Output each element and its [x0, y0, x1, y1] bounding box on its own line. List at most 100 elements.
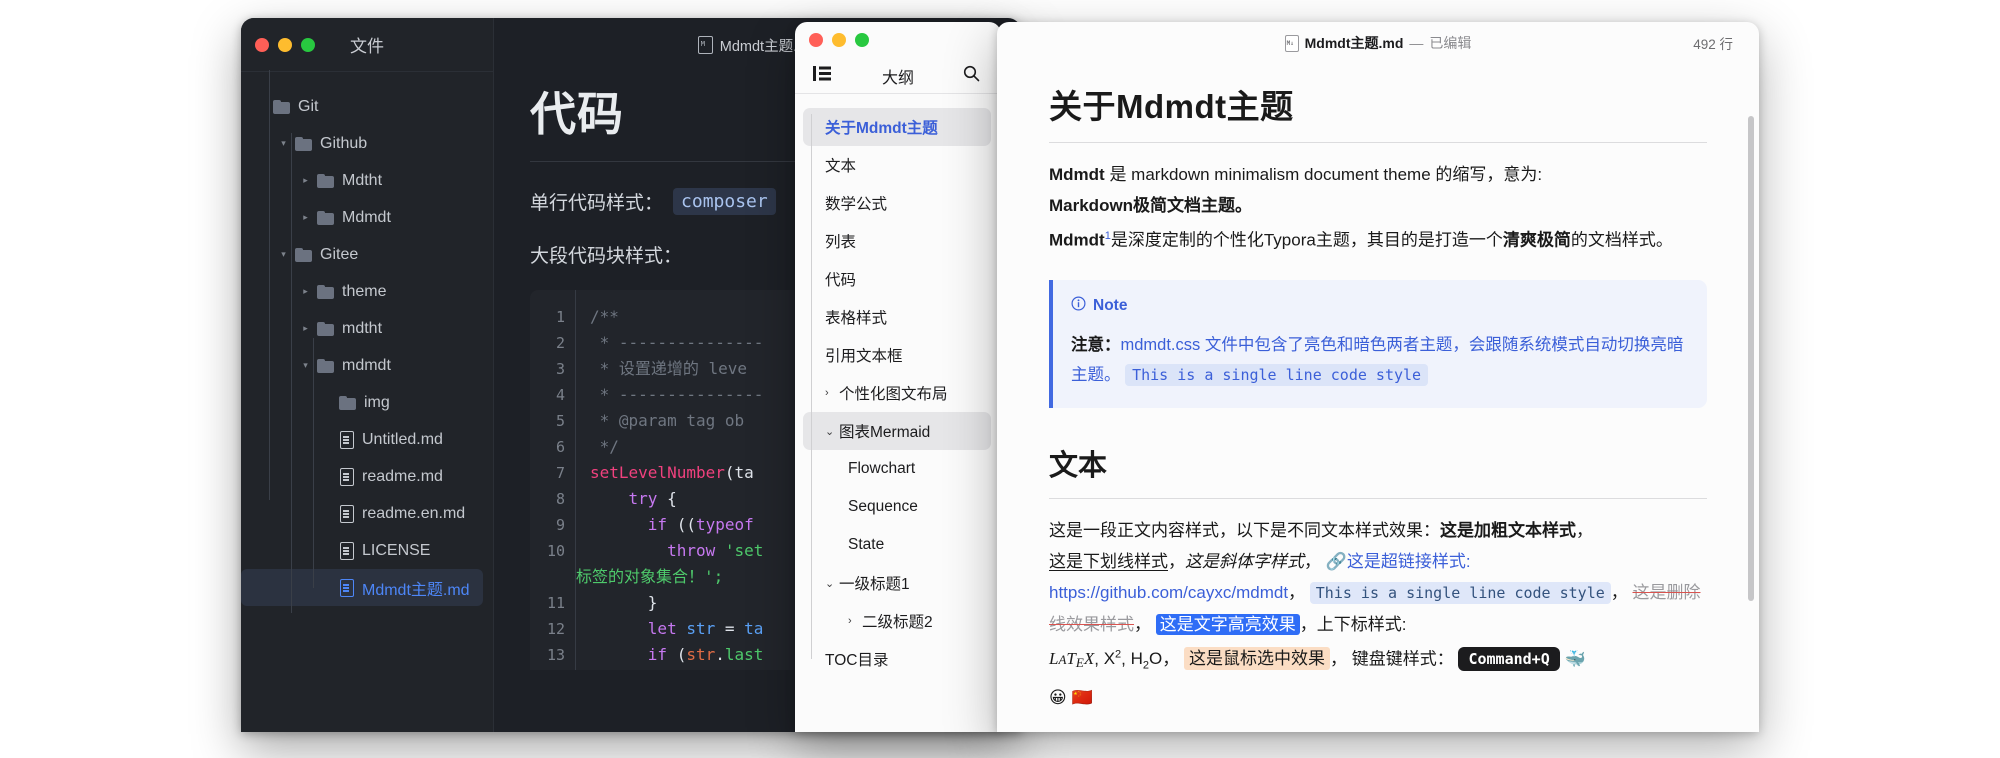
outline-item[interactable]: ⌄ 图表Mermaid	[803, 412, 991, 450]
maximize-button[interactable]	[855, 33, 869, 47]
outline-item[interactable]: 表格样式	[803, 298, 991, 336]
file-tree-item[interactable]: LICENSE	[241, 532, 493, 569]
file-tree-item[interactable]: img	[241, 384, 493, 421]
styles-link-label[interactable]: 这是超链接样式:	[1347, 552, 1471, 571]
line-number: 2	[555, 334, 565, 352]
styles-highlight-sample: 这是文字高亮效果	[1155, 613, 1300, 635]
comma-5: ，	[1610, 582, 1628, 602]
close-button[interactable]	[255, 37, 269, 52]
outline-item-label: 文本	[825, 158, 857, 175]
outline-layout-icon-svg	[813, 65, 831, 81]
search-icon[interactable]	[963, 65, 983, 87]
document-titlebar: Mdmdt主题.md — 已编辑 492 行	[997, 22, 1759, 64]
outline-item[interactable]: 引用文本框	[803, 336, 991, 374]
styles-code-chip: This is a single line code style	[1309, 581, 1611, 604]
chevron-down-icon[interactable]: ⌄	[825, 425, 837, 438]
document-icon	[339, 542, 354, 560]
file-tree-item[interactable]: ▸ theme	[241, 273, 493, 310]
file-tree-item-label: Github	[320, 134, 368, 152]
outline-item[interactable]: 代码	[803, 260, 991, 298]
comma-7: ，	[1299, 614, 1317, 634]
document-body[interactable]: 关于Mdmdt主题 Mdmdt 是 markdown minimalism do…	[997, 64, 1759, 713]
folder-icon	[295, 247, 312, 262]
outline-title: 大纲	[881, 69, 914, 87]
outline-item[interactable]: Flowchart	[803, 450, 991, 488]
code-token: =	[715, 619, 745, 638]
chevron-right-icon[interactable]: ›	[825, 387, 837, 399]
file-tree-item[interactable]: Untitled.md	[241, 421, 493, 458]
file-tree-item-label: LICENSE	[362, 541, 431, 559]
document-scrollbar[interactable]	[1748, 116, 1754, 601]
close-button[interactable]	[809, 33, 823, 47]
code-token: if	[647, 645, 668, 664]
file-tree-item[interactable]: readme.md	[241, 458, 493, 495]
outline-item[interactable]: 关于Mdmdt主题	[803, 108, 991, 146]
chevron-down-icon[interactable]: ▾	[277, 138, 290, 149]
minimize-button[interactable]	[832, 33, 846, 47]
outline-item-label: 数学公式	[825, 196, 888, 213]
chevron-down-icon[interactable]: ⌄	[825, 577, 837, 590]
file-tree-item[interactable]: ▸ Mdmdt	[241, 199, 493, 236]
code-token: 'set	[715, 541, 764, 560]
comma-8: ，	[1162, 649, 1180, 669]
folder-icon	[295, 136, 312, 151]
outline-item[interactable]: Sequence	[803, 488, 991, 526]
outline-item[interactable]: 文本	[803, 146, 991, 184]
chevron-right-icon[interactable]: ▸	[299, 323, 312, 334]
tree-guide-line	[313, 338, 314, 588]
outline-item[interactable]: › 个性化图文布局	[803, 374, 991, 412]
document-filename: Mdmdt主题.md	[1304, 35, 1404, 51]
outline-titlebar	[795, 22, 1001, 58]
file-tree-item[interactable]: readme.en.md	[241, 495, 493, 532]
minimize-button[interactable]	[278, 37, 292, 52]
chevron-right-icon[interactable]: ▸	[299, 175, 312, 186]
para2-bold-2: 清爽极简	[1502, 230, 1571, 250]
code-token: {	[657, 489, 677, 508]
code-token: ((	[667, 515, 696, 534]
window-controls-outline[interactable]	[809, 33, 869, 47]
chevron-right-icon[interactable]: ▸	[299, 286, 312, 297]
outline-layout-icon[interactable]	[813, 65, 833, 86]
file-tree-item[interactable]: ▾ mdmdt	[241, 347, 493, 384]
outline-item[interactable]: 数学公式	[803, 184, 991, 222]
comma-4: ，	[1288, 582, 1306, 602]
file-tree-item[interactable]: Git	[241, 88, 493, 125]
flag-emoji: 🇨🇳	[1071, 687, 1093, 707]
tree-guide-line	[291, 263, 292, 363]
whale-emoji: 🐳	[1564, 649, 1586, 669]
file-tree-item[interactable]: ▾ Gitee	[241, 236, 493, 273]
code-text[interactable]: /** * --------------- * 设置递增的 leve * ---…	[576, 290, 763, 670]
file-tree-item[interactable]: ▸ mdtht	[241, 310, 493, 347]
window-controls-editor[interactable]	[255, 37, 315, 52]
outline-item[interactable]: TOC目录	[803, 640, 991, 678]
code-token: (	[667, 645, 687, 664]
code-line: * 设置递增的 leve	[590, 356, 763, 382]
outline-item[interactable]: › 二级标题2	[803, 602, 991, 640]
outline-item-label: 个性化图文布局	[839, 386, 948, 403]
comma-6: ，	[1134, 614, 1151, 634]
chevron-down-icon[interactable]: ▾	[277, 249, 290, 260]
file-tree-item-label: img	[364, 393, 390, 411]
line-number: 9	[555, 516, 565, 534]
code-token: */	[590, 437, 619, 456]
outline-item[interactable]: State	[803, 526, 991, 564]
file-tree[interactable]: Git ▾ Github ▸ Mdtht ▸ Mdmdt ▾ Gitee ▸ theme ▸ mdtht…	[241, 70, 493, 613]
code-line: if (str.last	[590, 642, 764, 668]
doc-heading-1-rule	[1049, 142, 1707, 143]
file-tree-item[interactable]: ▾ Github	[241, 125, 493, 162]
styles-url[interactable]: https://github.com/cayxc/mdmdt	[1049, 583, 1288, 602]
grin-emoji: 😀	[1049, 687, 1067, 707]
file-tree-item[interactable]: Mdmdt主题.md	[241, 569, 483, 606]
chevron-down-icon[interactable]: ▾	[299, 360, 312, 371]
file-tree-item[interactable]: ▸ Mdtht	[241, 162, 493, 199]
maximize-button[interactable]	[301, 37, 315, 52]
screenshot-root: 文件 Git ▾ Github ▸ Mdtht ▸ Mdmdt ▾ Gitee ▸ theme ▸ md…	[0, 0, 2000, 758]
outline-list[interactable]: 关于Mdmdt主题 文本 数学公式 列表 代码 表格样式 引用文本框 › 个性化图文布局 ⌄ 图表M…	[795, 94, 1001, 678]
chevron-right-icon[interactable]: ▸	[299, 212, 312, 223]
code-token: str	[686, 645, 716, 664]
doc-styles-paragraph: 这是一段正文内容样式，以下是不同文本样式效果：这是加粗文本样式， 这是下划线样式…	[1049, 515, 1707, 713]
chevron-right-icon[interactable]: ›	[848, 615, 860, 627]
outline-item[interactable]: ⌄ 一级标题1	[803, 564, 991, 602]
outline-item[interactable]: 列表	[803, 222, 991, 260]
